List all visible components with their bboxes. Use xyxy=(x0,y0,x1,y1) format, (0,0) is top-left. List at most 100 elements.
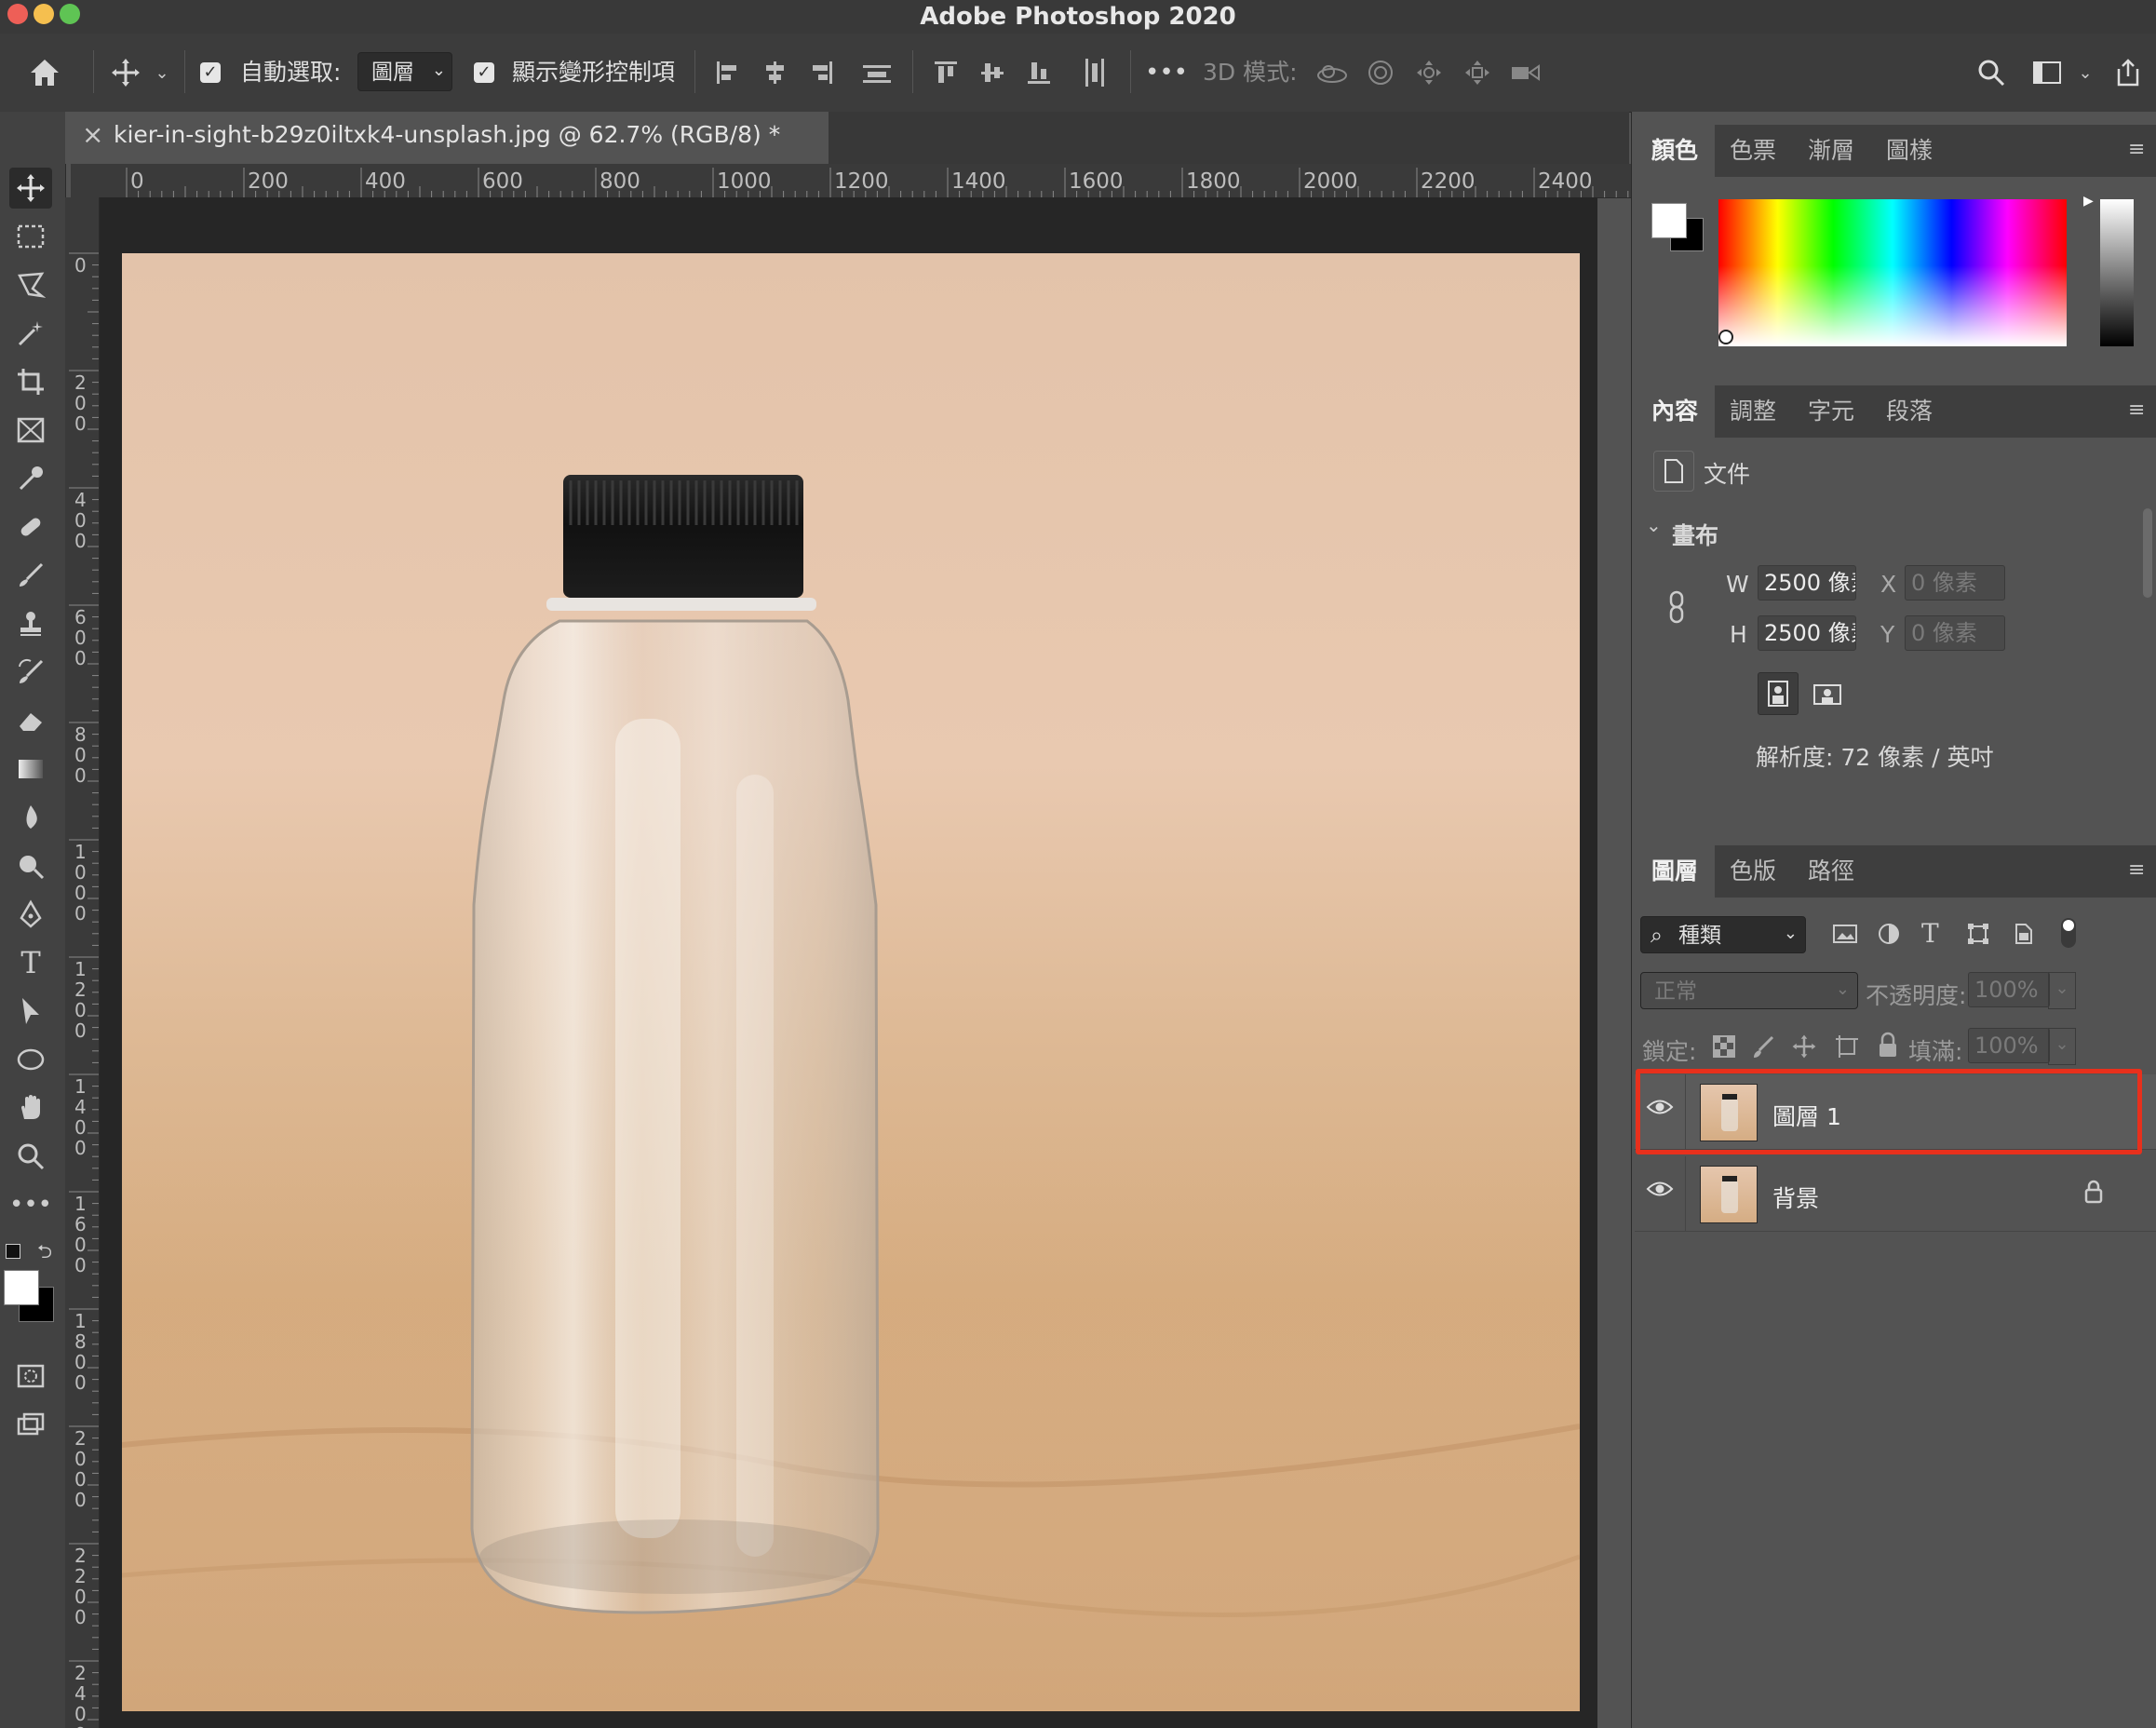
tab-swatches[interactable]: 色票 xyxy=(1730,125,1776,177)
rectangular-marquee-icon[interactable] xyxy=(9,216,52,257)
auto-select-checkbox[interactable]: ✓ xyxy=(200,62,221,83)
eye-icon[interactable] xyxy=(1646,1097,1674,1121)
layer-name[interactable]: 圖層 1 xyxy=(1772,1099,1841,1132)
move-tool-preset-icon[interactable] xyxy=(104,52,147,93)
panel-menu-icon[interactable]: ≡ xyxy=(2128,138,2156,161)
dodge-icon[interactable] xyxy=(9,845,52,886)
eye-icon[interactable] xyxy=(1646,1179,1674,1203)
share-icon[interactable] xyxy=(2108,54,2149,91)
clone-stamp-icon[interactable] xyxy=(9,603,52,644)
align-left-edges-icon[interactable] xyxy=(709,54,747,91)
home-icon[interactable] xyxy=(24,52,65,93)
eraser-icon[interactable] xyxy=(9,700,52,741)
distribute-vertical-icon[interactable] xyxy=(858,54,896,91)
layer-row[interactable]: 背景 xyxy=(1635,1156,2156,1232)
layer-filter-kind-dropdown[interactable]: ⌕ 種類 ⌄ xyxy=(1640,916,1806,953)
tab-layers[interactable]: 圖層 xyxy=(1651,845,1698,898)
x-field[interactable]: 0 像素 xyxy=(1905,565,2005,601)
3d-roll-icon[interactable] xyxy=(1361,54,1400,91)
lock-artboard-icon[interactable] xyxy=(1834,1033,1860,1063)
magic-wand-icon[interactable] xyxy=(9,313,52,354)
history-brush-icon[interactable] xyxy=(9,652,52,693)
align-top-edges-icon[interactable] xyxy=(927,54,964,91)
show-transform-checkbox[interactable]: ✓ xyxy=(474,62,494,83)
link-dimensions-icon[interactable] xyxy=(1666,590,1689,628)
type-icon[interactable]: T xyxy=(9,942,52,983)
color-spectrum[interactable] xyxy=(1718,199,2067,346)
lock-all-icon[interactable] xyxy=(1877,1032,1899,1063)
panel-menu-icon[interactable]: ≡ xyxy=(2128,858,2156,882)
width-field[interactable]: 2500 像素 xyxy=(1758,565,1856,601)
chevron-down-icon[interactable]: ⌄ xyxy=(2048,1028,2076,1065)
lock-position-icon[interactable] xyxy=(1791,1033,1817,1063)
more-options-button[interactable]: ••• xyxy=(1145,34,1188,112)
tab-channels[interactable]: 色版 xyxy=(1730,845,1776,898)
ellipse-icon[interactable] xyxy=(9,1039,52,1080)
close-document-icon[interactable]: × xyxy=(82,119,103,150)
layer-name[interactable]: 背景 xyxy=(1772,1181,1819,1214)
document-image[interactable] xyxy=(122,253,1580,1711)
align-right-edges-icon[interactable] xyxy=(802,54,840,91)
workspace-icon[interactable] xyxy=(2028,54,2067,91)
foreground-color-swatch[interactable] xyxy=(1651,203,1687,238)
pen-icon[interactable] xyxy=(9,894,52,935)
chevron-down-icon[interactable]: ⌄ xyxy=(2048,972,2076,1009)
filter-pixel-layers-icon[interactable] xyxy=(1832,922,1858,950)
tab-adjustments[interactable]: 調整 xyxy=(1730,385,1776,438)
default-colors-icon[interactable] xyxy=(6,1244,20,1259)
auto-select-target-dropdown[interactable]: 圖層 ⌄ xyxy=(357,52,452,91)
brush-icon[interactable] xyxy=(9,555,52,596)
panel-menu-icon[interactable]: ≡ xyxy=(2128,398,2156,422)
swap-colors-icon[interactable]: ⮌ xyxy=(37,1238,52,1270)
chevron-down-icon[interactable]: ⌄ xyxy=(1646,514,1662,536)
align-vertical-centers-icon[interactable] xyxy=(974,54,1011,91)
tab-character[interactable]: 字元 xyxy=(1808,385,1854,438)
lasso-icon[interactable] xyxy=(9,264,52,305)
landscape-orientation-button[interactable] xyxy=(1808,676,1847,713)
chevron-down-icon[interactable]: ⌄ xyxy=(151,61,173,84)
tab-patterns[interactable]: 圖樣 xyxy=(1886,125,1933,177)
search-icon[interactable] xyxy=(1972,54,2011,91)
hand-icon[interactable] xyxy=(9,1087,52,1128)
chevron-down-icon[interactable]: ⌄ xyxy=(2074,61,2096,84)
color-picker-marker[interactable] xyxy=(1718,330,1733,344)
filter-shape-layers-icon[interactable] xyxy=(1966,922,1990,950)
grayscale-ramp[interactable] xyxy=(2100,199,2134,346)
blur-icon[interactable] xyxy=(9,797,52,838)
align-horizontal-centers-icon[interactable] xyxy=(756,54,793,91)
foreground-color-swatch[interactable] xyxy=(4,1270,39,1305)
gradient-icon[interactable] xyxy=(9,749,52,790)
align-bottom-edges-icon[interactable] xyxy=(1020,54,1058,91)
screen-mode-icon[interactable] xyxy=(9,1404,52,1445)
filter-adjustment-layers-icon[interactable] xyxy=(1877,922,1901,950)
layer-row[interactable]: 圖層 1 xyxy=(1635,1074,2156,1150)
layer-filter-toggle[interactable] xyxy=(2061,918,2076,948)
tab-paths[interactable]: 路徑 xyxy=(1808,845,1854,898)
fill-field[interactable]: 100% xyxy=(1968,1028,2050,1063)
healing-brush-icon[interactable] xyxy=(9,506,52,547)
move-tool-icon[interactable] xyxy=(9,168,52,209)
tab-paragraph[interactable]: 段落 xyxy=(1886,385,1933,438)
y-field[interactable]: 0 像素 xyxy=(1905,615,2005,651)
frame-icon[interactable] xyxy=(9,410,52,451)
portrait-orientation-button[interactable] xyxy=(1758,672,1799,715)
crop-icon[interactable] xyxy=(9,361,52,402)
opacity-field[interactable]: 100% xyxy=(1968,972,2050,1007)
tab-properties[interactable]: 內容 xyxy=(1651,385,1698,438)
zoom-icon[interactable] xyxy=(9,1136,52,1177)
tab-gradients[interactable]: 漸層 xyxy=(1808,125,1854,177)
lock-transparent-pixels-icon[interactable] xyxy=(1713,1035,1735,1061)
eyedropper-icon[interactable] xyxy=(9,458,52,499)
3d-orbit-icon[interactable] xyxy=(1313,54,1352,91)
blend-mode-dropdown[interactable]: 正常 ⌄ xyxy=(1640,972,1858,1009)
path-selection-icon[interactable] xyxy=(9,991,52,1032)
3d-scale-icon[interactable] xyxy=(1506,54,1545,91)
filter-type-layers-icon[interactable]: T xyxy=(1921,918,1939,949)
quick-mask-icon[interactable] xyxy=(9,1356,52,1397)
properties-scrollbar[interactable] xyxy=(2143,508,2152,598)
height-field[interactable]: 2500 像素 xyxy=(1758,615,1856,651)
3d-slide-icon[interactable] xyxy=(1458,54,1497,91)
filter-smart-objects-icon[interactable] xyxy=(2011,922,2035,950)
3d-pan-icon[interactable] xyxy=(1409,54,1449,91)
lock-image-pixels-icon[interactable] xyxy=(1752,1035,1774,1063)
